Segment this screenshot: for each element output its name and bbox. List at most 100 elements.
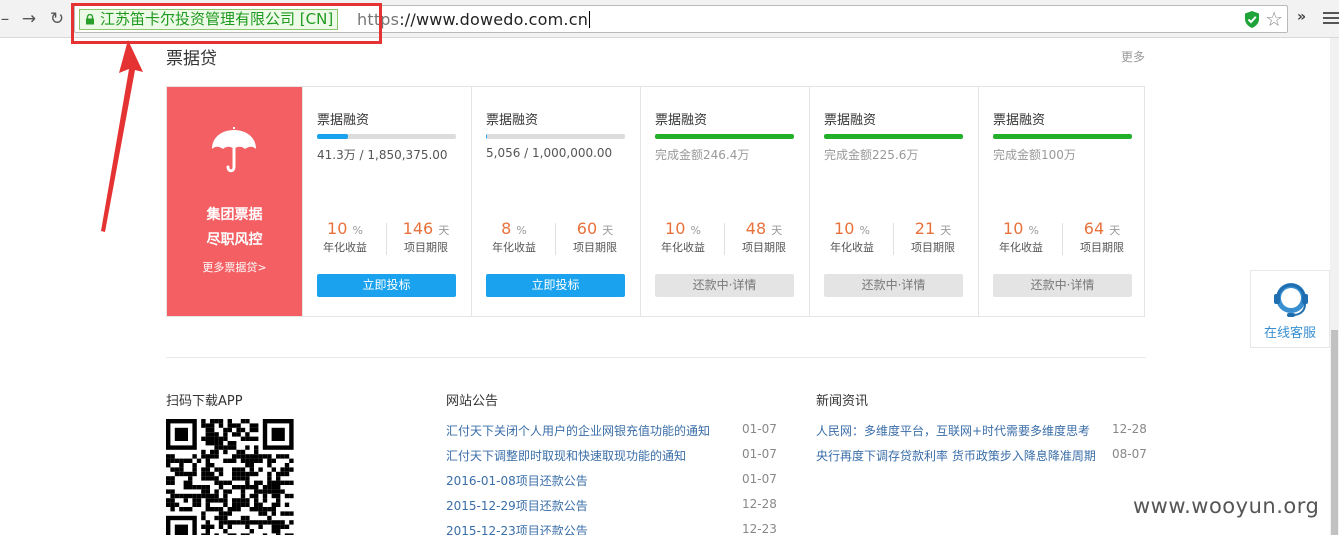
term-unit: 天 bbox=[602, 224, 614, 237]
page-scrollbar[interactable] bbox=[1330, 38, 1339, 535]
repayment-details-button[interactable]: 还款中·详情 bbox=[993, 274, 1132, 297]
list-item-title[interactable]: 2016-01-08项目还款公告 bbox=[446, 472, 588, 489]
rate-stat: 10 % 年化收益 bbox=[312, 219, 378, 255]
news-list: 人民网：多维度平台，互联网+时代需要多维度思考 12-28 央行再度下调存贷款利率 … bbox=[816, 422, 1147, 472]
progress-fill bbox=[993, 134, 1132, 139]
section-divider bbox=[166, 357, 1146, 358]
notices-title: 网站公告 bbox=[446, 394, 499, 409]
product-card[interactable]: 票据融资完成金额100万 10 % 年化收益 64 天项目期限还款中·详情 bbox=[978, 87, 1147, 316]
progress-bar bbox=[993, 134, 1132, 139]
progress-bar bbox=[824, 134, 963, 139]
extensions-overflow-icon[interactable]: » bbox=[1297, 9, 1306, 25]
product-card[interactable]: 票据融资 5,056 / 1,000,000.00 8 % 年化收益 60 天项目期限立… bbox=[471, 87, 640, 316]
rate-label: 年化收益 bbox=[492, 241, 536, 254]
term-value: 21 bbox=[914, 219, 936, 238]
card-amount: 完成金额225.6万 bbox=[824, 148, 919, 162]
list-item-title[interactable]: 2015-12-29项目还款公告 bbox=[446, 497, 588, 514]
rate-stat: 10 % 年化收益 bbox=[650, 219, 716, 255]
promo-more-link[interactable]: 更多票据贷> bbox=[167, 259, 302, 275]
product-card[interactable]: 票据融资完成金额225.6万 10 % 年化收益 21 天项目期限还款中·详情 bbox=[809, 87, 978, 316]
bookmark-star-icon[interactable]: ☆ bbox=[1265, 7, 1283, 31]
list-item[interactable]: 央行再度下调存贷款利率 货币政策步入降息降准周期 08-07 bbox=[816, 447, 1147, 472]
list-item-title[interactable]: 汇付天下调整即时取现和快速取现功能的通知 bbox=[446, 447, 686, 464]
card-amount: 41.3万 / 1,850,375.00 bbox=[317, 148, 448, 162]
rate-unit: % bbox=[859, 224, 870, 237]
promo-banner[interactable]: 集团票据 尽职风控 更多票据贷> bbox=[167, 87, 302, 316]
list-item[interactable]: 人民网：多维度平台，互联网+时代需要多维度思考 12-28 bbox=[816, 422, 1147, 447]
list-item[interactable]: 汇付天下调整即时取现和快速取现功能的通知 01-07 bbox=[446, 447, 777, 472]
list-item[interactable]: 汇付天下关闭个人用户的企业网银充值功能的通知 01-07 bbox=[446, 422, 777, 447]
back-arrow-icon[interactable]: – bbox=[0, 8, 16, 30]
qr-code bbox=[166, 419, 294, 535]
term-label: 项目期限 bbox=[573, 241, 617, 254]
scrollbar-thumb[interactable] bbox=[1331, 330, 1338, 535]
term-stat: 64 天项目期限 bbox=[1069, 219, 1135, 255]
term-unit: 天 bbox=[771, 224, 783, 237]
progress-bar bbox=[317, 134, 456, 139]
term-stat: 60 天项目期限 bbox=[562, 219, 628, 255]
term-label: 项目期限 bbox=[911, 241, 955, 254]
card-amount: 完成金额100万 bbox=[993, 148, 1076, 162]
progress-bar bbox=[486, 134, 625, 139]
term-label: 项目期限 bbox=[1080, 241, 1124, 254]
app-download-title: 扫码下载APP bbox=[166, 394, 243, 409]
card-amount: 5,056 / 1,000,000.00 bbox=[486, 146, 613, 160]
rate-value: 10 bbox=[1003, 219, 1024, 238]
list-item-title[interactable]: 央行再度下调存贷款利率 货币政策步入降息降准周期 bbox=[816, 447, 1096, 464]
url-text[interactable]: https://www.dowedo.com.cn bbox=[357, 10, 591, 29]
list-item-date: 12-28 bbox=[1112, 422, 1147, 436]
progress-fill bbox=[486, 134, 488, 139]
card-title[interactable]: 票据融资 bbox=[655, 109, 707, 128]
rate-label: 年化收益 bbox=[999, 241, 1043, 254]
forward-arrow-icon[interactable]: → bbox=[18, 8, 40, 30]
more-link[interactable]: 更多 bbox=[1121, 48, 1145, 65]
list-item-date: 12-23 bbox=[742, 522, 777, 535]
rate-unit: % bbox=[516, 224, 527, 237]
card-title[interactable]: 票据融资 bbox=[993, 109, 1045, 128]
progress-fill bbox=[824, 134, 963, 139]
product-card[interactable]: 票据融资 41.3万 / 1,850,375.00 10 % 年化收益 146 天项目期… bbox=[302, 87, 471, 316]
list-item-title[interactable]: 2015-12-23项目还款公告 bbox=[446, 522, 588, 535]
section-title: 票据贷 bbox=[166, 49, 217, 69]
list-item-date: 01-07 bbox=[742, 422, 777, 436]
list-item-title[interactable]: 人民网：多维度平台，互联网+时代需要多维度思考 bbox=[816, 422, 1090, 439]
rate-label: 年化收益 bbox=[661, 241, 705, 254]
stat-separator bbox=[724, 223, 725, 255]
text-caret bbox=[589, 11, 591, 28]
list-item[interactable]: 2015-12-29项目还款公告 12-28 bbox=[446, 497, 777, 522]
term-unit: 天 bbox=[940, 224, 952, 237]
term-value: 64 bbox=[1083, 219, 1105, 238]
reload-icon[interactable]: ↻ bbox=[46, 8, 68, 30]
rate-stat: 10 % 年化收益 bbox=[988, 219, 1054, 255]
browser-menu-icon[interactable] bbox=[1323, 12, 1339, 26]
umbrella-icon bbox=[212, 127, 256, 173]
term-unit: 天 bbox=[438, 224, 450, 237]
service-label: 在线客服 bbox=[1263, 326, 1316, 341]
list-item[interactable]: 2015-12-23项目还款公告 12-23 bbox=[446, 522, 777, 535]
repayment-details-button[interactable]: 还款中·详情 bbox=[655, 274, 794, 297]
term-stat: 146 天项目期限 bbox=[393, 219, 459, 255]
invest-button[interactable]: 立即投标 bbox=[317, 274, 456, 297]
card-title[interactable]: 票据融资 bbox=[824, 109, 876, 128]
list-item-title[interactable]: 汇付天下关闭个人用户的企业网银充值功能的通知 bbox=[446, 422, 710, 439]
rate-stat: 8 % 年化收益 bbox=[481, 219, 547, 255]
product-card[interactable]: 票据融资 完成金额246.4万 10 % 年化收益 48 天项目期限 还款中·详情 bbox=[640, 87, 809, 316]
product-panel: 集团票据 尽职风控 更多票据贷> 票据融资 41.3万 / 1,850,375.0… bbox=[166, 86, 1145, 317]
rate-stat: 10 % 年化收益 bbox=[819, 219, 885, 255]
card-title[interactable]: 票据融资 bbox=[486, 109, 538, 128]
security-shield-icon[interactable] bbox=[1243, 10, 1261, 29]
stat-separator bbox=[555, 223, 556, 255]
news-title: 新闻资讯 bbox=[816, 394, 869, 409]
rate-unit: % bbox=[1028, 224, 1039, 237]
stat-separator bbox=[1062, 223, 1063, 255]
annotation-highlight-box bbox=[71, 3, 382, 44]
headset-icon bbox=[1274, 283, 1308, 317]
card-title[interactable]: 票据融资 bbox=[317, 109, 369, 128]
promo-line-1: 集团票据 bbox=[206, 207, 263, 223]
url-host: ://www.dowedo.com.cn bbox=[399, 10, 589, 29]
repayment-details-button[interactable]: 还款中·详情 bbox=[824, 274, 963, 297]
list-item[interactable]: 2016-01-08项目还款公告 01-07 bbox=[446, 472, 777, 497]
invest-button[interactable]: 立即投标 bbox=[486, 274, 625, 297]
term-label: 项目期限 bbox=[404, 241, 448, 254]
online-service-widget[interactable]: 在线客服 bbox=[1250, 270, 1330, 348]
